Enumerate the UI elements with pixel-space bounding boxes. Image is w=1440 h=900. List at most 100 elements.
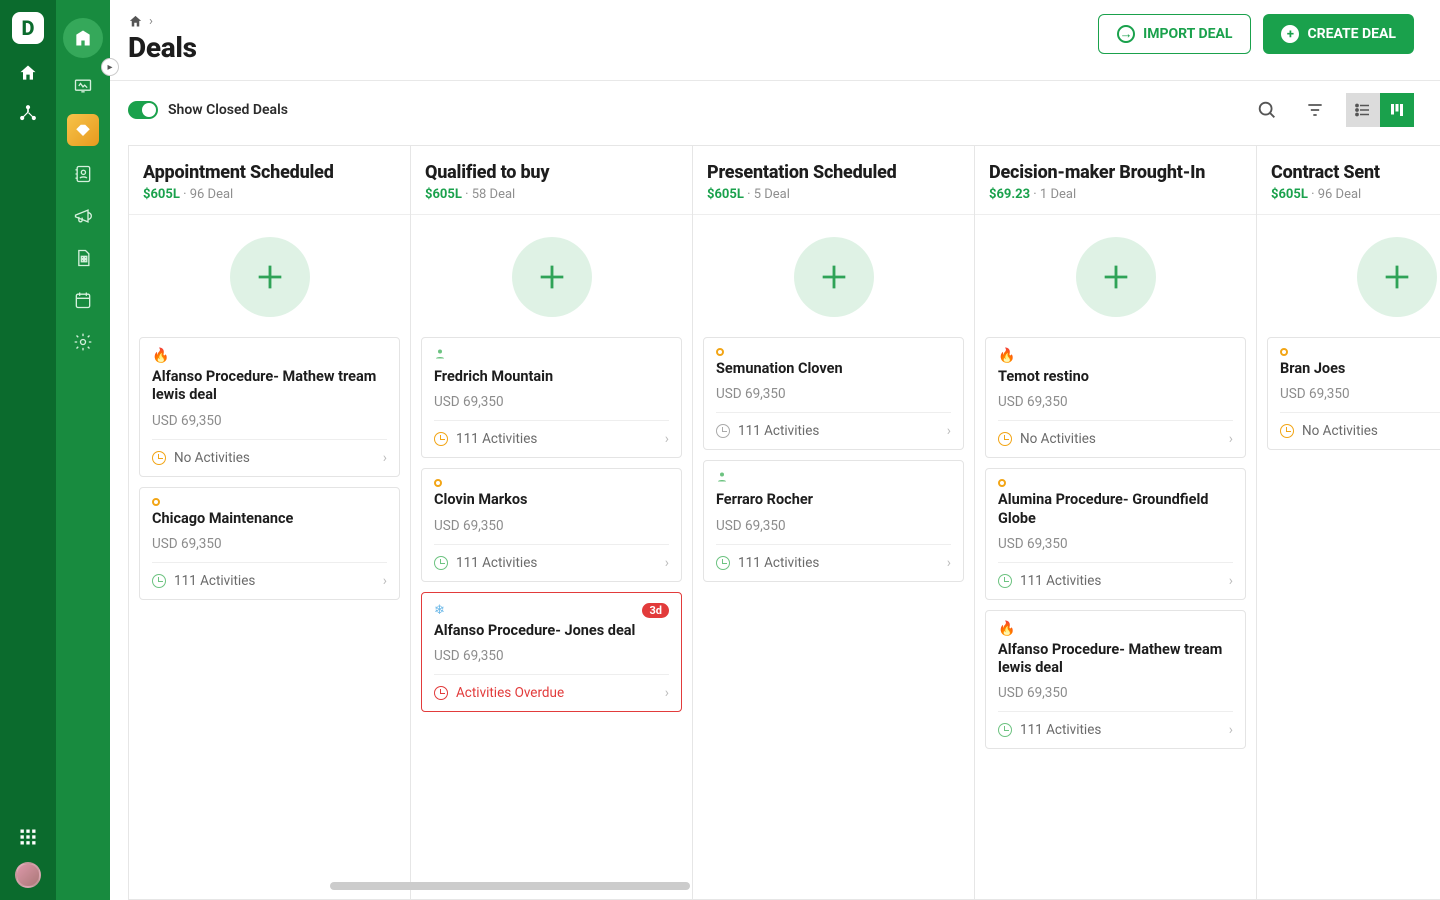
add-deal-button[interactable] — [1357, 237, 1437, 317]
open-dot-icon — [716, 348, 724, 356]
settings-icon[interactable] — [69, 328, 97, 356]
filter-icon[interactable] — [1298, 93, 1332, 127]
column-cards: 🔥Temot restinoUSD 69,350No Activities›Al… — [975, 337, 1256, 759]
deal-activity-row: No Activities› — [1280, 412, 1440, 449]
column-count: · 58 Deal — [462, 187, 515, 202]
deal-activity: 111 Activities — [1020, 573, 1101, 589]
deal-amount: USD 69,350 — [434, 394, 669, 410]
column-subtitle: $605L · 5 Deal — [707, 187, 960, 202]
deal-card[interactable]: 🔥Temot restinoUSD 69,350No Activities› — [985, 337, 1246, 458]
calendar-icon[interactable] — [69, 286, 97, 314]
chevron-right-icon[interactable]: › — [1229, 431, 1233, 447]
deal-card[interactable]: Clovin MarkosUSD 69,350111 Activities› — [421, 468, 682, 581]
list-view-button[interactable] — [1346, 93, 1380, 127]
deal-activity-row: No Activities› — [152, 439, 387, 476]
campaigns-icon[interactable] — [69, 202, 97, 230]
chevron-right-icon[interactable]: › — [665, 685, 669, 701]
show-closed-toggle[interactable] — [128, 101, 158, 119]
flame-icon: 🔥 — [152, 348, 169, 364]
column-title: Qualified to buy — [425, 162, 678, 183]
dashboard-icon[interactable] — [69, 72, 97, 100]
import-deal-button[interactable]: → IMPORT DEAL — [1098, 14, 1251, 54]
contacts-icon[interactable] — [69, 160, 97, 188]
clock-icon — [434, 556, 448, 570]
deal-activity-row: 111 Activities › — [152, 562, 387, 599]
deal-card[interactable]: Ferraro RocherUSD 69,350111 Activities› — [703, 460, 964, 581]
chevron-right-icon[interactable]: › — [665, 431, 669, 447]
column-cards: 🔥Alfanso Procedure- Mathew tream lewis d… — [129, 337, 410, 610]
column-subtitle: $605L · 96 Deal — [1271, 187, 1440, 202]
deal-card[interactable]: Chicago MaintenanceUSD 69,350111 Activit… — [139, 487, 400, 600]
search-icon[interactable] — [1250, 93, 1284, 127]
apps-grid-icon[interactable] — [17, 826, 39, 848]
column-title: Contract Sent — [1271, 162, 1440, 183]
deal-card[interactable]: ❄3dAlfanso Procedure- Jones dealUSD 69,3… — [421, 592, 682, 712]
create-deal-button[interactable]: + CREATE DEAL — [1263, 14, 1414, 54]
column-header: Contract Sent $605L · 96 Deal — [1257, 146, 1440, 215]
add-deal-button[interactable] — [230, 237, 310, 317]
clock-icon — [716, 556, 730, 570]
rail-expand-handle[interactable]: ▸ — [101, 58, 119, 76]
deal-amount: USD 69,350 — [1280, 386, 1440, 402]
chevron-right-icon[interactable]: › — [383, 573, 387, 589]
clock-icon — [998, 432, 1012, 446]
deal-amount: USD 69,350 — [998, 536, 1233, 552]
chevron-right-icon[interactable]: › — [1229, 573, 1233, 589]
column-subtitle: $605L · 58 Deal — [425, 187, 678, 202]
column-cards: Semunation ClovenUSD 69,350111 Activitie… — [693, 337, 974, 592]
page-header: › Deals → IMPORT DEAL + CREATE DEAL — [110, 0, 1440, 81]
open-dot-icon — [152, 498, 160, 506]
add-deal-button[interactable] — [794, 237, 874, 317]
home-icon[interactable] — [17, 62, 39, 84]
chevron-right-icon[interactable]: › — [947, 423, 951, 439]
deal-activity-row: Activities Overdue› — [434, 674, 669, 711]
chevron-right-icon[interactable]: › — [383, 450, 387, 466]
user-avatar[interactable] — [15, 862, 41, 888]
deal-activity-row: 111 Activities › — [998, 711, 1233, 748]
deal-activity: 111 Activities — [174, 573, 255, 589]
breadcrumb[interactable]: › — [128, 14, 197, 29]
deal-card[interactable]: Alumina Procedure- Groundfield GlobeUSD … — [985, 468, 1246, 600]
column-header: Decision-maker Brought-In$69.23 · 1 Deal — [975, 146, 1256, 215]
app-logo[interactable]: D — [12, 12, 44, 44]
documents-icon[interactable] — [69, 244, 97, 272]
deal-card[interactable]: 🔥Alfanso Procedure- Mathew tream lewis d… — [139, 337, 400, 477]
deal-activity-row: 111 Activities› — [434, 420, 669, 457]
org-tree-icon[interactable] — [17, 102, 39, 124]
breadcrumb-home-icon[interactable] — [128, 14, 143, 29]
chevron-right-icon[interactable]: › — [947, 555, 951, 571]
column-count: · 96 Deal — [1308, 187, 1361, 202]
deal-card[interactable]: Fredrich Mountain USD 69,350 111 Activitie… — [421, 337, 682, 458]
chevron-right-icon: › — [149, 14, 153, 29]
clock-icon — [998, 723, 1012, 737]
deal-title: Fredrich Mountain — [434, 368, 669, 386]
deal-card[interactable]: 🔥Alfanso Procedure- Mathew tream lewis d… — [985, 610, 1246, 750]
flame-icon: 🔥 — [998, 348, 1015, 364]
create-plus-icon: + — [1281, 25, 1299, 43]
clock-icon — [998, 574, 1012, 588]
deals-icon[interactable] — [67, 114, 99, 146]
chevron-right-icon[interactable]: › — [665, 555, 669, 571]
deal-card[interactable]: Semunation ClovenUSD 69,350111 Activitie… — [703, 337, 964, 450]
column-count: · 1 Deal — [1030, 187, 1076, 202]
deal-activity: No Activities — [1020, 431, 1096, 447]
add-deal-button[interactable] — [512, 237, 592, 317]
deal-activity: 111 Activities — [738, 423, 819, 439]
deal-amount: USD 69,350 — [998, 685, 1233, 701]
horizontal-scrollbar[interactable] — [330, 882, 690, 890]
deal-title: Alfanso Procedure- Mathew tream lewis de… — [998, 641, 1233, 678]
company-switcher[interactable] — [63, 18, 103, 58]
deal-activity: 111 Activities — [456, 555, 537, 571]
add-deal-button[interactable] — [1076, 237, 1156, 317]
deal-title: Clovin Markos — [434, 491, 669, 509]
create-deal-label: CREATE DEAL — [1307, 26, 1396, 42]
deal-activity: 111 Activities — [1020, 722, 1101, 738]
deal-amount: USD 69,350 — [152, 413, 387, 429]
deal-card[interactable]: Bran JoesUSD 69,350No Activities› — [1267, 337, 1440, 450]
chevron-right-icon[interactable]: › — [1229, 722, 1233, 738]
import-deal-label: IMPORT DEAL — [1143, 26, 1232, 42]
kanban-board-scroll[interactable]: Appointment Scheduled$605L · 96 Deal🔥Alf… — [110, 127, 1440, 900]
column-amount: $605L — [707, 187, 744, 202]
view-toggle — [1346, 93, 1414, 127]
board-view-button[interactable] — [1380, 93, 1414, 127]
